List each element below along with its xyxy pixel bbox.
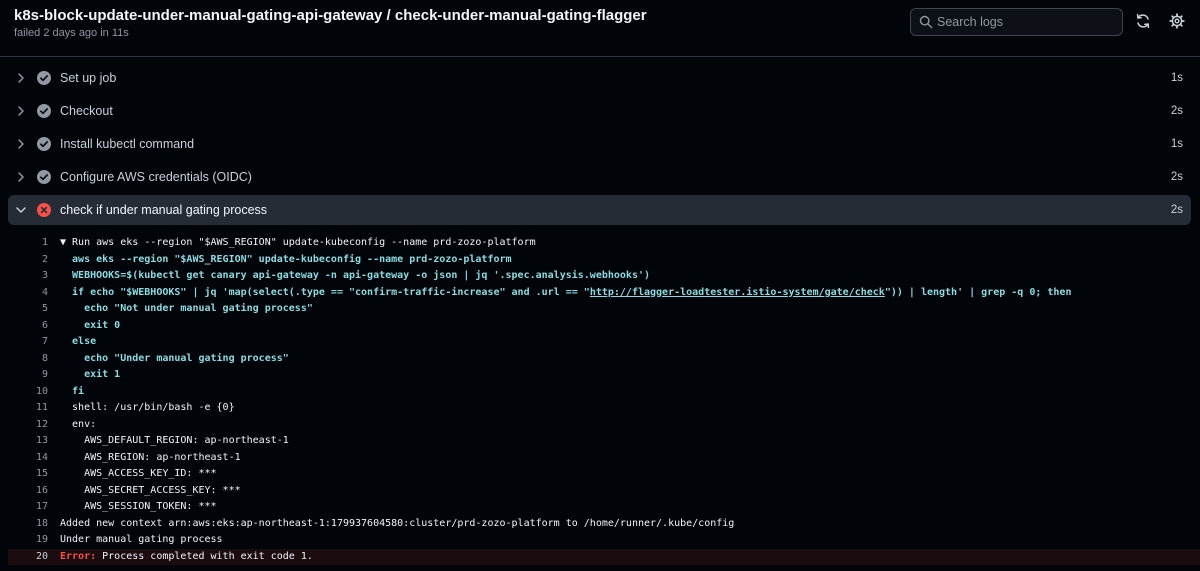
log-text: exit 0	[60, 319, 121, 331]
search-logs-box[interactable]	[910, 8, 1123, 36]
line-number[interactable]: 4	[8, 285, 48, 302]
log-line[interactable]: 5 echo "Not under manual gating process"	[0, 301, 1200, 318]
log-text: ▼ Run aws eks --region "$AWS_REGION" upd…	[60, 237, 536, 248]
step-duration: 1s	[1170, 72, 1183, 84]
step-name: Configure AWS credentials (OIDC)	[60, 170, 252, 184]
error-message: Process completed with exit code 1.	[96, 550, 313, 562]
line-number[interactable]: 15	[8, 466, 48, 483]
log-output: 1 ▼ Run aws eks --region "$AWS_REGION" up…	[0, 235, 1200, 565]
line-number[interactable]: 10	[8, 384, 48, 401]
log-text: Error: Process completed with exit code …	[60, 549, 313, 566]
log-text: echo "Under manual gating process"	[60, 352, 289, 364]
log-text: aws eks --region "$AWS_REGION" update-ku…	[60, 253, 512, 265]
log-text-part: ")) | length' | grep -q 0; then	[884, 286, 1072, 298]
log-text: WEBHOOKS=$(kubectl get canary api-gatewa…	[60, 270, 651, 281]
job-title: k8s-block-update-under-manual-gating-api…	[14, 7, 647, 24]
chevron-right-icon	[18, 106, 24, 116]
log-line[interactable]: 4 if echo "$WEBHOOKS" | jq 'map(select(.…	[0, 285, 1200, 302]
log-text: if echo "$WEBHOOKS" | jq 'map(select(.ty…	[60, 285, 1071, 302]
log-text: AWS_SESSION_TOKEN: ***	[60, 501, 217, 512]
log-error-line[interactable]: 20 Error: Process completed with exit cod…	[8, 548, 1200, 566]
check-circle-icon	[37, 104, 51, 118]
line-number[interactable]: 17	[8, 499, 48, 516]
search-logs-input[interactable]	[937, 11, 1117, 33]
log-text: echo "Not under manual gating process"	[60, 303, 313, 314]
line-number[interactable]: 5	[8, 301, 48, 318]
line-number[interactable]: 12	[8, 417, 48, 434]
check-circle-icon	[37, 137, 51, 151]
chevron-down-icon	[16, 207, 26, 213]
log-text: fi	[60, 385, 85, 397]
chevron-right-icon	[18, 139, 24, 149]
log-text: env:	[60, 418, 97, 430]
log-line[interactable]: 3 WEBHOOKS=$(kubectl get canary api-gate…	[0, 268, 1200, 285]
step-duration: 1s	[1170, 138, 1183, 150]
log-line[interactable]: 16 AWS_SECRET_ACCESS_KEY: ***	[0, 483, 1200, 500]
step-install-kubectl[interactable]: Install kubectl command 1s	[8, 129, 1191, 159]
log-text: else	[60, 336, 97, 347]
check-circle-icon	[37, 170, 51, 184]
log-line[interactable]: 1 ▼ Run aws eks --region "$AWS_REGION" up…	[0, 235, 1200, 252]
step-duration: 2s	[1170, 105, 1183, 117]
log-line[interactable]: 13 AWS_DEFAULT_REGION: ap-northeast-1	[0, 433, 1200, 450]
step-set-up-job[interactable]: Set up job 1s	[8, 63, 1191, 93]
chevron-right-icon	[18, 73, 24, 83]
log-line[interactable]: 11 shell: /usr/bin/bash -e {0}	[0, 400, 1200, 417]
step-check-manual-gating[interactable]: check if under manual gating process 2s	[8, 195, 1191, 225]
line-number[interactable]: 6	[8, 318, 48, 335]
gear-icon[interactable]	[1168, 12, 1186, 30]
log-text: AWS_ACCESS_KEY_ID: ***	[60, 468, 217, 479]
log-text: Under manual gating process	[60, 534, 223, 545]
job-status-text: failed 2 days ago in 11s	[14, 27, 129, 39]
x-circle-icon	[37, 203, 51, 217]
step-name: Install kubectl command	[60, 137, 195, 151]
log-text: Added new context arn:aws:eks:ap-northea…	[60, 517, 735, 529]
log-line[interactable]: 18 Added new context arn:aws:eks:ap-north…	[0, 516, 1200, 533]
line-number[interactable]: 7	[8, 334, 48, 351]
error-label: Error:	[60, 550, 97, 562]
line-number[interactable]: 8	[8, 351, 48, 368]
webhook-url-link[interactable]: http://flagger-loadtester.istio-system/g…	[590, 287, 885, 298]
step-configure-aws-credentials[interactable]: Configure AWS credentials (OIDC) 2s	[8, 162, 1191, 192]
log-line[interactable]: 10 fi	[0, 384, 1200, 401]
log-text: AWS_REGION: ap-northeast-1	[60, 451, 241, 463]
line-number[interactable]: 14	[8, 450, 48, 467]
log-line[interactable]: 17 AWS_SESSION_TOKEN: ***	[0, 499, 1200, 516]
step-name: Checkout	[60, 104, 113, 118]
log-line[interactable]: 6 exit 0	[0, 318, 1200, 335]
log-line[interactable]: 7 else	[0, 334, 1200, 351]
step-name: Set up job	[60, 71, 117, 85]
log-text: exit 1	[60, 369, 121, 380]
refresh-icon[interactable]	[1134, 12, 1152, 30]
log-line[interactable]: 15 AWS_ACCESS_KEY_ID: ***	[0, 466, 1200, 483]
log-text: shell: /usr/bin/bash -e {0}	[60, 402, 235, 413]
line-number[interactable]: 3	[8, 268, 48, 285]
line-number[interactable]: 2	[8, 252, 48, 269]
line-number[interactable]: 19	[8, 532, 48, 549]
check-circle-icon	[37, 71, 51, 85]
line-number[interactable]: 18	[8, 516, 48, 533]
line-number[interactable]: 1	[8, 235, 48, 252]
log-line[interactable]: 12 env:	[0, 417, 1200, 434]
log-text: AWS_SECRET_ACCESS_KEY: ***	[60, 484, 241, 496]
search-icon	[919, 15, 933, 29]
step-duration: 2s	[1170, 171, 1183, 183]
line-number[interactable]: 13	[8, 433, 48, 450]
log-line[interactable]: 8 echo "Under manual gating process"	[0, 351, 1200, 368]
log-line[interactable]: 2 aws eks --region "$AWS_REGION" update-…	[0, 252, 1200, 269]
step-duration: 2s	[1170, 204, 1183, 216]
log-line[interactable]: 19 Under manual gating process	[0, 532, 1200, 549]
step-name: check if under manual gating process	[60, 203, 268, 217]
log-text-part: if echo "$WEBHOOKS" | jq 'map(select(.ty…	[60, 286, 590, 298]
chevron-right-icon	[18, 172, 24, 182]
log-text: AWS_DEFAULT_REGION: ap-northeast-1	[60, 435, 289, 446]
job-header: k8s-block-update-under-manual-gating-api…	[0, 0, 1200, 57]
log-line[interactable]: 14 AWS_REGION: ap-northeast-1	[0, 450, 1200, 467]
log-line[interactable]: 9 exit 1	[0, 367, 1200, 384]
line-number[interactable]: 11	[8, 400, 48, 417]
line-number[interactable]: 20	[8, 549, 48, 566]
step-checkout[interactable]: Checkout 2s	[8, 96, 1191, 126]
line-number[interactable]: 9	[8, 367, 48, 384]
line-number[interactable]: 16	[8, 483, 48, 500]
